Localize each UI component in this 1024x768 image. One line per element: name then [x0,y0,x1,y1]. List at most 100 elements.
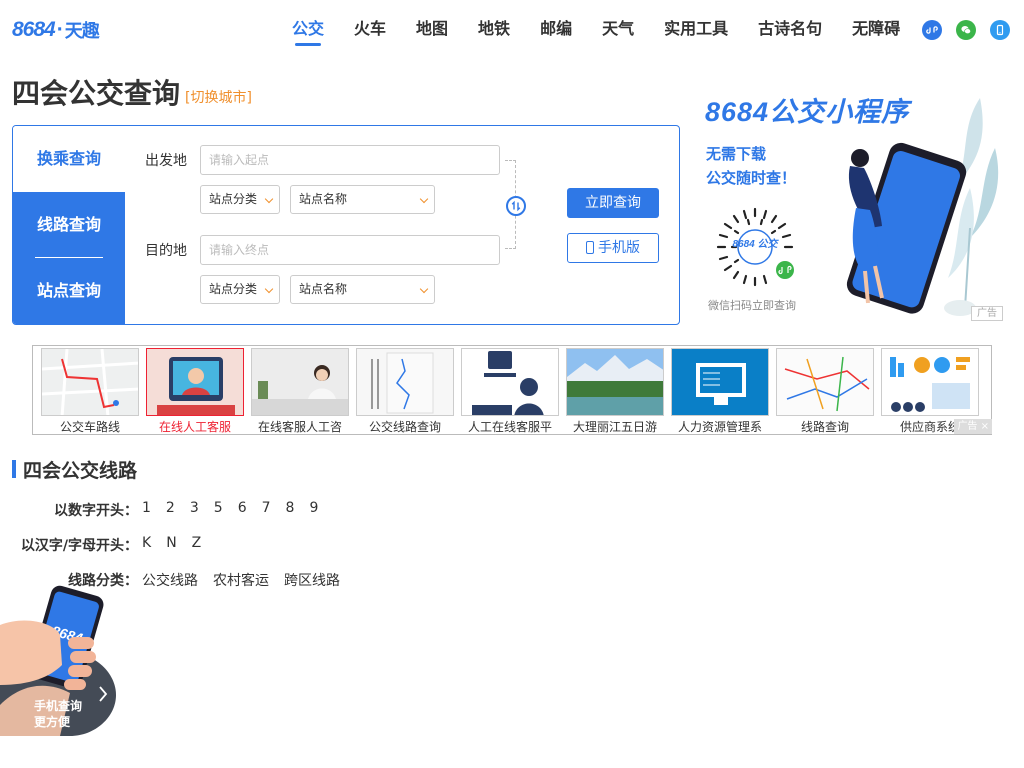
route-diagram-thumb [356,348,454,416]
strip-caption: 公交车路线 [59,420,120,434]
category-links: 公交线路 农村客运 跨区线路 [142,570,355,590]
chevron-down-icon [264,194,274,204]
logo-number: 8684 [12,18,56,41]
strip-caption: 线路查询 [800,420,849,434]
category-link[interactable]: 农村客运 [213,570,269,590]
by-letter-links: K N Z [142,535,216,551]
agent-photo-thumb [251,348,349,416]
line-link[interactable]: 3 [190,500,199,516]
tab-transfer[interactable]: 换乘查询 [13,126,125,192]
swap-icon[interactable] [506,196,526,216]
from-name-value: 站点名称 [299,192,348,206]
tab-station-query[interactable]: 站点查询 [13,258,125,324]
to-input[interactable] [200,235,500,265]
ad-line-1: 无需下载 [706,145,767,163]
line-link[interactable]: 8 [286,500,295,516]
mini-program-ad[interactable]: 8684公交小程序 无需下载 公交随时查！ 8684 公交 微信扫码立即查询 [700,88,1004,324]
ad-strip-close[interactable]: 广告 × [932,419,992,434]
category-link[interactable]: 跨区线路 [284,570,340,590]
section-marker [12,460,16,478]
strip-ad-3[interactable]: 在线客服人工咨 [251,348,349,435]
wechat-icon[interactable] [956,20,976,40]
miniprogram-icon[interactable] [922,20,942,40]
line-link[interactable]: 1 [142,500,151,516]
mobile-version-button[interactable]: 手机版 [567,233,659,263]
strip-caption: 在线人工客服 [158,420,231,434]
logo-name: 天趣 [64,21,100,42]
main-nav: 公交 火车 地图 地铁 邮编 天气 实用工具 古诗名句 无障碍 [292,18,930,48]
supplier-infographic-thumb [881,348,979,416]
mobile-icon[interactable] [990,20,1010,40]
to-category-value: 站点分类 [209,282,258,296]
subway-map-thumb [776,348,874,416]
nav-subway[interactable]: 地铁 [478,18,510,46]
line-link[interactable]: 6 [238,500,247,516]
to-name-select[interactable]: 站点名称 [290,275,435,304]
tab-line-query[interactable]: 线路查询 [13,192,125,258]
strip-caption: 人工在线客服平 [467,420,552,434]
nav-bus[interactable]: 公交 [292,18,324,46]
to-category-select[interactable]: 站点分类 [200,275,280,304]
customer-service-thumb [146,348,244,416]
by-number-links: 1 2 3 5 6 7 8 9 [142,500,333,516]
to-label: 目的地 [145,243,187,259]
strip-ad-7[interactable]: 人力资源管理系 [671,348,769,435]
logo-dot: · [56,18,64,41]
strip-ad-8[interactable]: 线路查询 [776,348,874,435]
strip-caption: 公交线路查询 [368,420,441,434]
nav-map[interactable]: 地图 [416,18,448,46]
lines-section-title: 四会公交线路 [23,460,138,482]
from-input[interactable] [200,145,500,175]
from-name-select[interactable]: 站点名称 [290,185,435,214]
site-logo[interactable]: 8684 · 天趣 [12,18,100,42]
ad-tag: 广告 [971,306,1003,321]
switch-city-link[interactable]: [切换城市] [185,87,252,107]
by-number-label: 以数字开头： [54,503,138,519]
ad-caption: 微信扫码立即查询 [708,299,796,312]
ad-strip: 公交车路线 在线人工客服 在线客服人工咨 公交线路查询 人工在线客服平 大理丽江… [32,345,992,435]
strip-caption: 大理丽江五日游 [572,420,657,434]
line-link[interactable]: N [166,535,176,551]
qr-text: 8684 公交 [732,238,779,250]
line-link[interactable]: K [142,535,151,551]
strip-ad-4[interactable]: 公交线路查询 [356,348,454,435]
nav-weather[interactable]: 天气 [602,18,634,46]
hr-system-thumb [671,348,769,416]
strip-ad-5[interactable]: 人工在线客服平 [461,348,559,435]
line-link[interactable]: Z [192,535,202,551]
nav-train[interactable]: 火车 [354,18,386,46]
query-button[interactable]: 立即查询 [567,188,659,218]
nav-tools[interactable]: 实用工具 [664,18,728,46]
category-link[interactable]: 公交线路 [142,570,198,590]
strip-ad-1[interactable]: 公交车路线 [41,348,139,435]
ad-illustration [846,98,999,316]
headset-agent-thumb [461,348,559,416]
from-category-select[interactable]: 站点分类 [200,185,280,214]
ad-strip-close-tag: 广告 × [954,419,992,434]
strip-ad-6[interactable]: 大理丽江五日游 [566,348,664,435]
strip-caption: 在线客服人工咨 [257,420,342,434]
chevron-down-icon [264,284,274,294]
line-link[interactable]: 5 [214,500,223,516]
phone-icon [586,241,594,254]
mobile-promo-line-1: 手机查询 [34,699,83,713]
mobile-button-label: 手机版 [598,240,640,256]
nav-poems[interactable]: 古诗名句 [758,18,822,46]
to-name-value: 站点名称 [299,282,348,296]
by-letter-label: 以汉字/字母开头： [20,538,138,554]
strip-ad-2[interactable]: 在线人工客服 [146,348,244,435]
nav-accessibility[interactable]: 无障碍 [852,18,900,46]
nav-postcode[interactable]: 邮编 [540,18,572,46]
line-link[interactable]: 9 [309,500,318,516]
lijiang-scenery-thumb [566,348,664,416]
mobile-promo-text: 手机查询 更方便 [34,698,82,730]
route-map-thumb [41,348,139,416]
chevron-down-icon [419,284,429,294]
mobile-promo-line-2: 更方便 [34,715,71,729]
from-category-value: 站点分类 [209,192,258,206]
chevron-down-icon [419,194,429,204]
qr-code: 8684 公交 [708,204,802,290]
strip-caption: 人力资源管理系 [677,420,762,434]
line-link[interactable]: 7 [262,500,271,516]
line-link[interactable]: 2 [166,500,175,516]
